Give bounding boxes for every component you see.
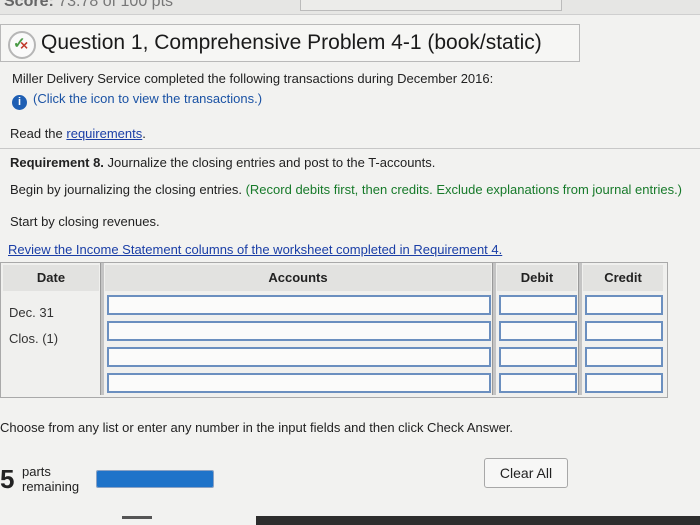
- score-label: Score:: [4, 0, 54, 10]
- begin-instructions: Begin by journalizing the closing entrie…: [10, 182, 682, 197]
- review-income-statement-link[interactable]: Review the Income Statement columns of t…: [8, 242, 502, 257]
- start-text: Start by closing revenues.: [10, 214, 160, 229]
- score-value: 73.78 of 100 pts: [58, 0, 174, 10]
- read-suffix: .: [142, 126, 146, 141]
- parts-label-line2: remaining: [22, 479, 80, 494]
- debit-input[interactable]: [499, 295, 577, 315]
- journal-table: Date Accounts Debit Credit Dec. 31 Clos.…: [0, 262, 668, 398]
- debit-input[interactable]: [499, 373, 577, 393]
- requirement-8: Requirement 8. Journalize the closing en…: [10, 155, 435, 170]
- debit-input[interactable]: [499, 347, 577, 367]
- parts-progress-bar: [96, 470, 214, 488]
- transactions-info-row[interactable]: i (Click the icon to view the transaction…: [12, 91, 262, 110]
- bottom-dark-band: [256, 516, 700, 525]
- debit-header: Debit: [497, 265, 577, 291]
- account-input[interactable]: [107, 373, 491, 393]
- score-display: Score: 73.78 of 100 pts: [4, 0, 173, 11]
- read-requirements: Read the requirements.: [10, 126, 146, 141]
- progress-fill: [97, 471, 213, 487]
- question-title: Question 1, Comprehensive Problem 4-1 (b…: [41, 31, 542, 54]
- credit-input[interactable]: [585, 295, 663, 315]
- footer: 5 parts remaining Clear All: [0, 450, 700, 525]
- section-divider: [0, 148, 700, 149]
- intro-text: Miller Delivery Service completed the fo…: [12, 71, 494, 86]
- requirements-link[interactable]: requirements: [66, 126, 142, 141]
- parts-count: 5: [0, 464, 15, 494]
- clear-all-button[interactable]: Clear All: [484, 458, 568, 488]
- read-prefix: Read the: [10, 126, 63, 141]
- credit-input[interactable]: [585, 347, 663, 367]
- debit-input[interactable]: [499, 321, 577, 341]
- requirement-8-label: Requirement 8.: [10, 155, 104, 170]
- parts-label: parts remaining: [22, 464, 79, 494]
- begin-text: Begin by journalizing the closing entrie…: [10, 182, 242, 197]
- account-input[interactable]: [107, 321, 491, 341]
- top-bar: Score: 73.78 of 100 pts: [0, 0, 700, 15]
- bottom-tick: [122, 516, 152, 519]
- date-cell: Clos. (1): [9, 331, 59, 346]
- account-input[interactable]: [107, 347, 491, 367]
- accounts-header: Accounts: [105, 265, 491, 291]
- credit-input[interactable]: [585, 373, 663, 393]
- info-icon[interactable]: i: [12, 95, 27, 110]
- credit-header: Credit: [583, 265, 663, 291]
- column-divider: [492, 263, 496, 395]
- column-divider: [100, 263, 104, 395]
- parts-label-line1: parts: [22, 464, 51, 479]
- partial-credit-icon: ✓ ×: [8, 31, 36, 59]
- account-input[interactable]: [107, 295, 491, 315]
- question-header: ✓ × Question 1, Comprehensive Problem 4-1…: [0, 24, 580, 62]
- record-debits-note: (Record debits first, then credits. Excl…: [245, 182, 683, 197]
- date-header: Date: [3, 265, 99, 291]
- top-tab: [300, 0, 562, 11]
- instructions-text: Choose from any list or enter any number…: [0, 420, 514, 435]
- credit-input[interactable]: [585, 321, 663, 341]
- transactions-link[interactable]: (Click the icon to view the transactions…: [33, 91, 262, 106]
- date-cell: Dec. 31: [9, 305, 54, 320]
- column-divider: [578, 263, 582, 395]
- requirement-8-text: Journalize the closing entries and post …: [107, 155, 436, 170]
